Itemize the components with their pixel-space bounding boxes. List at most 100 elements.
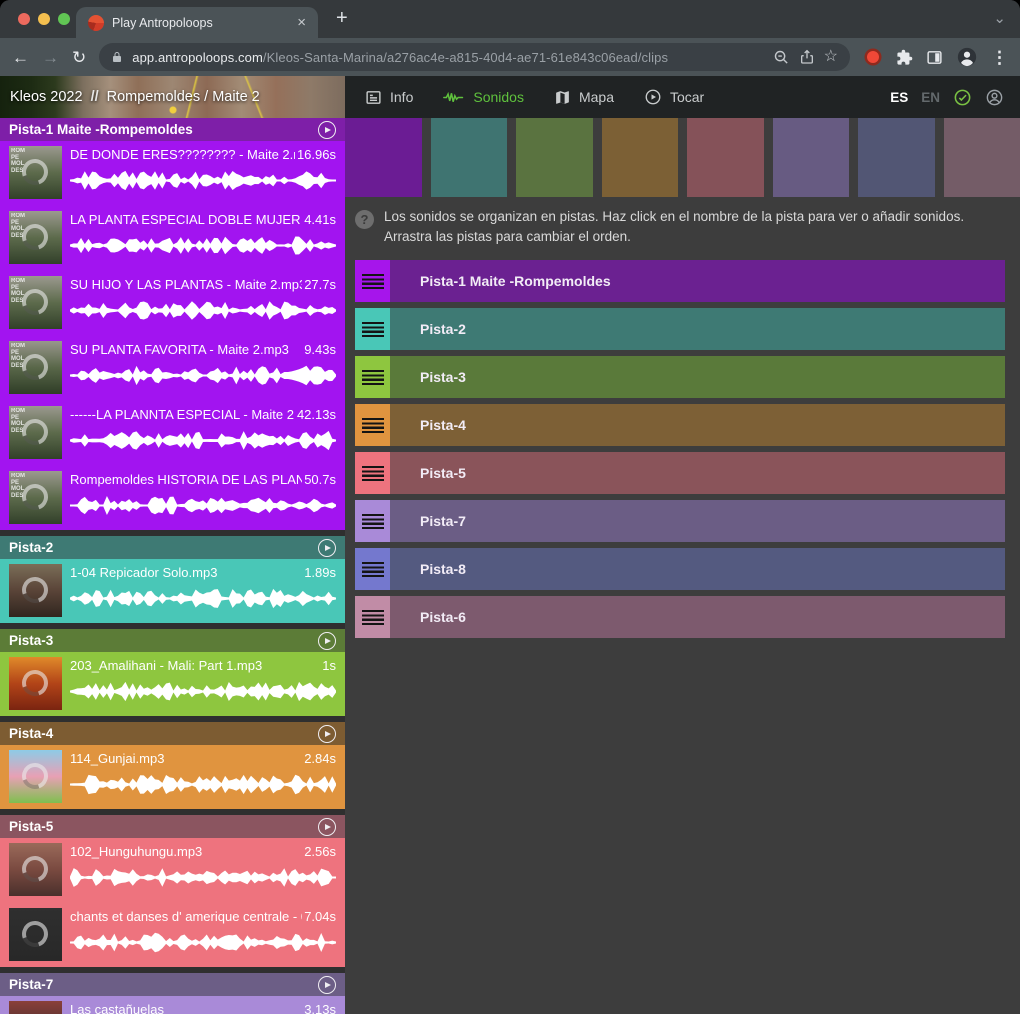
sidebar-track-header[interactable]: Pista-2 bbox=[0, 536, 345, 559]
clip-item[interactable]: 114_Gunjai.mp3 2.84s bbox=[9, 750, 336, 809]
track-play-button[interactable] bbox=[318, 725, 336, 743]
drag-handle-icon bbox=[362, 322, 384, 337]
account-icon[interactable] bbox=[985, 88, 1004, 107]
clip-item[interactable]: ROM PE MOL DES LA PLANTA ESPECIAL DOBLE … bbox=[9, 211, 336, 270]
recording-extension-icon[interactable] bbox=[867, 51, 879, 63]
sidebar-track-header[interactable]: Pista-1 Maite -Rompemoldes bbox=[0, 118, 345, 141]
drag-handle-icon bbox=[362, 274, 384, 289]
track-row[interactable]: Pista-4 bbox=[355, 404, 1005, 446]
track-row-body[interactable]: Pista-2 bbox=[390, 308, 1005, 350]
track-play-button[interactable] bbox=[318, 632, 336, 650]
clip-main: Las castañuelas 3.13s bbox=[70, 1001, 336, 1014]
address-bar[interactable]: app.antropoloops.com/Kleos-Santa-Marina/… bbox=[99, 43, 850, 71]
waveform[interactable] bbox=[70, 931, 336, 954]
waveform[interactable] bbox=[70, 299, 336, 322]
waveform[interactable] bbox=[70, 494, 336, 517]
sidebar-track-header[interactable]: Pista-5 bbox=[0, 815, 345, 838]
track-play-button[interactable] bbox=[318, 121, 336, 139]
sidebar-track-header[interactable]: Pista-4 bbox=[0, 722, 345, 745]
clip-title: ------LA PLANNTA ESPECIAL - Maite 2.mp3 bbox=[70, 407, 295, 422]
track-row[interactable]: Pista-7 bbox=[355, 500, 1005, 542]
track-row[interactable]: Pista-2 bbox=[355, 308, 1005, 350]
waveform[interactable] bbox=[70, 429, 336, 452]
track-drag-handle[interactable] bbox=[355, 500, 390, 542]
waveform[interactable] bbox=[70, 773, 336, 796]
sidebar-track-header[interactable]: Pista-3 bbox=[0, 629, 345, 652]
nav-item-mapa[interactable]: Mapa bbox=[554, 89, 614, 106]
waveform[interactable] bbox=[70, 587, 336, 610]
track-rows: Pista-1 Maite -Rompemoldes Pista-2 Pista… bbox=[355, 260, 1005, 644]
track-row-body[interactable]: Pista-5 bbox=[390, 452, 1005, 494]
clip-item[interactable]: ROM PE MOL DES Rompemoldes HISTORIA DE L… bbox=[9, 471, 336, 530]
track-row[interactable]: Pista-6 bbox=[355, 596, 1005, 638]
track-color-swatch bbox=[345, 118, 422, 197]
waveform[interactable] bbox=[70, 866, 336, 889]
clip-item[interactable]: 1-04 Repicador Solo.mp3 1.89s bbox=[9, 564, 336, 623]
loading-spinner-icon bbox=[17, 665, 52, 700]
clip-item[interactable]: ROM PE MOL DES DE DONDE ERES???????? - M… bbox=[9, 146, 336, 205]
back-button[interactable]: ← bbox=[12, 49, 29, 66]
reload-button[interactable]: ↻ bbox=[72, 49, 86, 66]
window-zoom-button[interactable] bbox=[58, 13, 70, 25]
track-drag-handle[interactable] bbox=[355, 596, 390, 638]
zoom-out-icon[interactable] bbox=[773, 49, 790, 66]
new-tab-button[interactable]: + bbox=[336, 7, 348, 30]
waveform[interactable] bbox=[70, 364, 336, 387]
track-row[interactable]: Pista-1 Maite -Rompemoldes bbox=[355, 260, 1005, 302]
track-row-body[interactable]: Pista-1 Maite -Rompemoldes bbox=[390, 260, 1005, 302]
waveform[interactable] bbox=[70, 680, 336, 703]
track-row[interactable]: Pista-3 bbox=[355, 356, 1005, 398]
window-close-button[interactable] bbox=[18, 13, 30, 25]
sync-check-icon[interactable] bbox=[953, 88, 972, 107]
bookmark-star-icon[interactable]: ☆ bbox=[824, 49, 838, 65]
lang-en-button[interactable]: EN bbox=[921, 90, 940, 105]
track-row-body[interactable]: Pista-8 bbox=[390, 548, 1005, 590]
clip-item[interactable]: ROM PE MOL DES ------LA PLANNTA ESPECIAL… bbox=[9, 406, 336, 465]
clip-duration: 3.13s bbox=[304, 1002, 336, 1014]
track-drag-handle[interactable] bbox=[355, 404, 390, 446]
clip-item[interactable]: chants et danses d' amerique centrale - … bbox=[9, 908, 336, 967]
clip-title: 102_Hunguhungu.mp3 bbox=[70, 844, 302, 859]
browser-menu-icon[interactable]: ⋮ bbox=[991, 49, 1008, 66]
clip-item[interactable]: 102_Hunguhungu.mp3 2.56s bbox=[9, 843, 336, 902]
window-minimize-button[interactable] bbox=[38, 13, 50, 25]
share-icon[interactable] bbox=[799, 49, 815, 65]
clip-item[interactable]: 203_Amalihani - Mali: Part 1.mp3 1s bbox=[9, 657, 336, 716]
forward-button[interactable]: → bbox=[42, 49, 59, 66]
track-drag-handle[interactable] bbox=[355, 260, 390, 302]
drag-handle-icon bbox=[362, 514, 384, 529]
track-play-button[interactable] bbox=[318, 818, 336, 836]
extensions-puzzle-icon[interactable] bbox=[896, 49, 913, 66]
track-drag-handle[interactable] bbox=[355, 548, 390, 590]
browser-tab[interactable]: Play Antropoloops × bbox=[76, 7, 318, 38]
track-row[interactable]: Pista-8 bbox=[355, 548, 1005, 590]
clip-item[interactable]: ROM PE MOL DES SU PLANTA FAVORITA - Mait… bbox=[9, 341, 336, 400]
side-panel-icon[interactable] bbox=[926, 49, 943, 66]
track-row-body[interactable]: Pista-3 bbox=[390, 356, 1005, 398]
tab-search-chevron-icon[interactable]: ⌄ bbox=[993, 9, 1006, 27]
lang-es-button[interactable]: ES bbox=[890, 90, 908, 105]
track-row-body[interactable]: Pista-6 bbox=[390, 596, 1005, 638]
clip-item[interactable]: Las castañuelas 3.13s bbox=[9, 1001, 336, 1014]
profile-avatar-icon[interactable] bbox=[956, 46, 978, 68]
waveform[interactable] bbox=[70, 169, 336, 192]
sidebar-track-header[interactable]: Pista-7 bbox=[0, 973, 345, 996]
clip-item[interactable]: ROM PE MOL DES SU HIJO Y LAS PLANTAS - M… bbox=[9, 276, 336, 335]
track-drag-handle[interactable] bbox=[355, 452, 390, 494]
track-row-body[interactable]: Pista-7 bbox=[390, 500, 1005, 542]
track-drag-handle[interactable] bbox=[355, 356, 390, 398]
nav-item-info[interactable]: Info bbox=[365, 89, 413, 106]
waveform[interactable] bbox=[70, 234, 336, 257]
breadcrumb[interactable]: Kleos 2022 // Rompemoldes / Maite 2 bbox=[0, 76, 345, 118]
browser-window: { "browser": { "tab_title": "Play Antrop… bbox=[0, 0, 1020, 1014]
track-drag-handle[interactable] bbox=[355, 308, 390, 350]
nav-item-tocar[interactable]: Tocar bbox=[644, 88, 704, 106]
track-row-name: Pista-4 bbox=[420, 417, 466, 433]
track-play-button[interactable] bbox=[318, 539, 336, 557]
track-row[interactable]: Pista-5 bbox=[355, 452, 1005, 494]
track-play-button[interactable] bbox=[318, 976, 336, 994]
nav-item-sonidos[interactable]: Sonidos bbox=[443, 89, 524, 105]
track-row-body[interactable]: Pista-4 bbox=[390, 404, 1005, 446]
tab-close-icon[interactable]: × bbox=[297, 15, 306, 30]
clip-duration: 2.84s bbox=[304, 751, 336, 766]
